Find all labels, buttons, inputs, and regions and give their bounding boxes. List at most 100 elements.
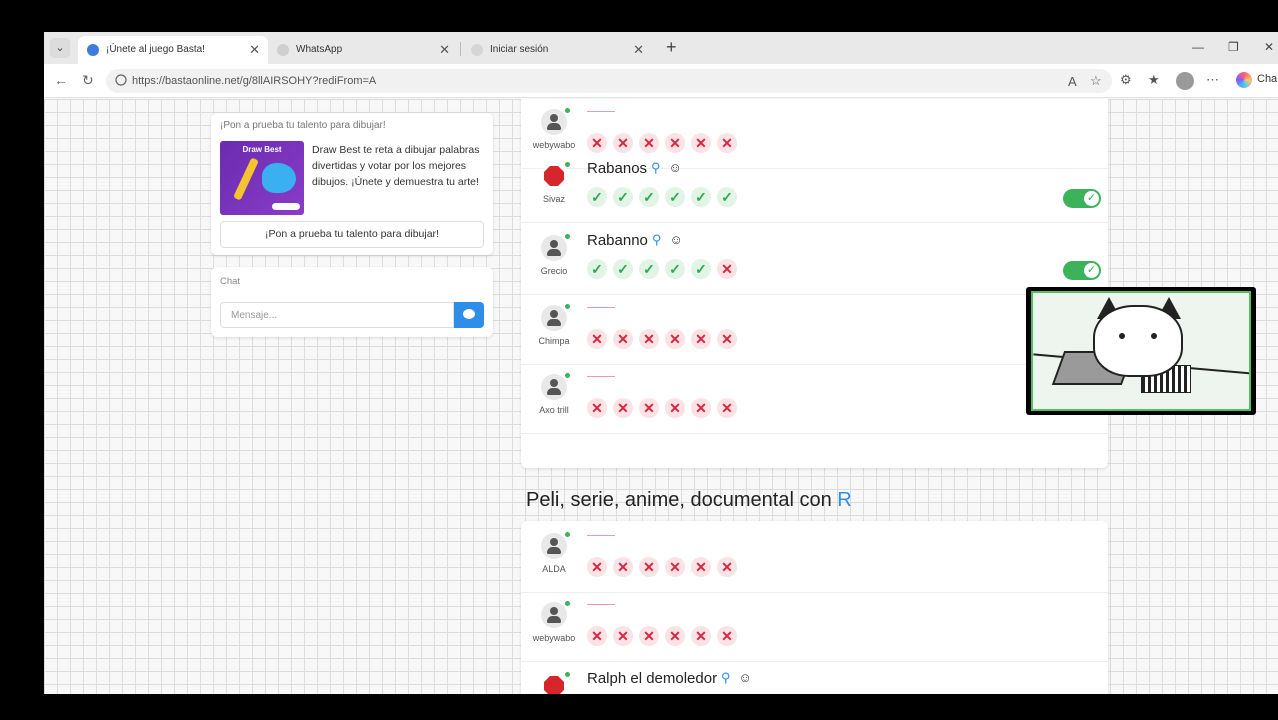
vote-cross-icon[interactable]: ✕ — [665, 557, 685, 577]
user-avatar-icon — [541, 109, 567, 135]
accept-toggle[interactable] — [1063, 261, 1101, 280]
emoji-reaction-icon[interactable]: ☺ — [669, 160, 682, 175]
tab-actions-icon[interactable]: ⌄ — [50, 38, 70, 58]
vote-cross-icon[interactable]: ✕ — [665, 133, 685, 153]
tab-title: WhatsApp — [296, 44, 343, 55]
empty-answer — [587, 376, 615, 377]
tab-login[interactable]: Iniciar sesión ✕ — [462, 36, 652, 64]
minimize-icon[interactable]: — — [1192, 40, 1204, 54]
extensions-icon[interactable]: ⚙ — [1120, 72, 1132, 88]
vote-check-icon[interactable]: ✓ — [587, 259, 607, 279]
vote-cross-icon[interactable]: ✕ — [665, 329, 685, 349]
vote-cross-icon[interactable]: ✕ — [717, 626, 737, 646]
promo-image-title: Draw Best — [242, 145, 282, 154]
vote-cross-icon[interactable]: ✕ — [665, 626, 685, 646]
vote-check-icon[interactable]: ✓ — [717, 187, 737, 207]
login-icon — [471, 44, 483, 56]
vote-cross-icon[interactable]: ✕ — [717, 557, 737, 577]
tab-whatsapp[interactable]: WhatsApp ✕ — [268, 36, 458, 64]
vote-check-icon[interactable]: ✓ — [587, 187, 607, 207]
maximize-icon[interactable]: ❐ — [1228, 40, 1239, 54]
player-row: SivazRalph el demoledor✓✓✓✓✓✓⚲☺ — [521, 663, 1108, 694]
promo-image[interactable]: Draw Best — [220, 141, 304, 215]
vote-cross-icon[interactable]: ✕ — [717, 329, 737, 349]
vote-cross-icon[interactable]: ✕ — [613, 557, 633, 577]
player-name: ALDA — [542, 564, 566, 574]
vote-check-icon[interactable]: ✓ — [691, 187, 711, 207]
vote-cross-icon[interactable]: ✕ — [717, 259, 737, 279]
vote-check-icon[interactable]: ✓ — [665, 259, 685, 279]
answer-actions: ⚲ ☺ — [651, 160, 682, 176]
address-bar[interactable]: https://bastaonline.net/g/8llAIRSOHY?red… — [106, 69, 1112, 93]
vote-cross-icon[interactable]: ✕ — [639, 557, 659, 577]
vote-check-icon[interactable]: ✓ — [613, 187, 633, 207]
read-aloud-icon[interactable]: A — [1068, 74, 1077, 89]
chat-title: Chat — [220, 276, 241, 287]
player-row: ALDA ✕ ✕ ✕ ✕ ✕ ✕ — [521, 523, 1108, 593]
vote-cross-icon[interactable]: ✕ — [717, 133, 737, 153]
player-row: webywabo ✕ ✕ ✕ ✕ ✕ ✕ — [521, 592, 1108, 662]
favorites-icon[interactable]: ★ — [1148, 72, 1160, 88]
answer-actions: ⚲ ☺ — [652, 232, 683, 248]
vote-cross-icon[interactable]: ✕ — [691, 398, 711, 418]
more-icon[interactable]: ⋯ — [1206, 72, 1219, 88]
close-icon[interactable]: ✕ — [439, 42, 450, 58]
address-toolbar: ← ↻ https://bastaonline.net/g/8llAIRSOHY… — [44, 64, 1278, 98]
vote-check-icon[interactable]: ✓ — [639, 187, 659, 207]
vote-cross-icon[interactable]: ✕ — [665, 398, 685, 418]
vote-check-icon[interactable]: ✓ — [639, 259, 659, 279]
vote-cross-icon[interactable]: ✕ — [639, 329, 659, 349]
copilot-icon[interactable] — [1236, 72, 1252, 88]
vote-cross-icon[interactable]: ✕ — [639, 133, 659, 153]
vote-cross-icon[interactable]: ✕ — [587, 133, 607, 153]
vote-cross-icon[interactable]: ✕ — [587, 626, 607, 646]
new-tab-icon[interactable]: + — [666, 37, 677, 58]
vote-cross-icon[interactable]: ✕ — [587, 398, 607, 418]
online-indicator — [565, 304, 570, 309]
user-avatar-icon — [541, 305, 567, 331]
browser-window: ⌄ ¡Únete al juego Basta! ✕ WhatsApp ✕ In… — [44, 32, 1278, 694]
user-avatar-icon — [541, 374, 567, 400]
search-icon[interactable]: ⚲ — [651, 160, 661, 175]
vote-cross-icon[interactable]: ✕ — [613, 329, 633, 349]
promo-title: ¡Pon a prueba tu talento para dibujar! — [220, 120, 386, 131]
vote-cross-icon[interactable]: ✕ — [691, 133, 711, 153]
vote-cross-icon[interactable]: ✕ — [613, 133, 633, 153]
vote-cross-icon[interactable]: ✕ — [587, 329, 607, 349]
copilot-label[interactable]: Cha — [1257, 73, 1277, 85]
vote-cross-icon[interactable]: ✕ — [717, 398, 737, 418]
vote-check-icon[interactable]: ✓ — [665, 187, 685, 207]
accept-toggle[interactable] — [1063, 189, 1101, 208]
reload-icon[interactable]: ↻ — [82, 72, 94, 89]
site-info-icon[interactable] — [115, 74, 127, 86]
tab-basta[interactable]: ¡Únete al juego Basta! ✕ — [78, 36, 268, 64]
profile-avatar[interactable] — [1176, 72, 1194, 90]
close-window-icon[interactable]: ✕ — [1264, 40, 1274, 54]
promo-button[interactable]: ¡Pon a prueba tu talento para dibujar! — [220, 221, 484, 248]
brush-icon — [233, 157, 259, 201]
vote-cross-icon[interactable]: ✕ — [639, 398, 659, 418]
player-name: Grecio — [540, 266, 568, 276]
vote-cross-icon[interactable]: ✕ — [691, 557, 711, 577]
close-icon[interactable]: ✕ — [249, 42, 260, 58]
vote-cross-icon[interactable]: ✕ — [587, 557, 607, 577]
emoji-reaction-icon[interactable]: ☺ — [739, 670, 752, 685]
close-icon[interactable]: ✕ — [633, 42, 644, 58]
chat-message-input[interactable]: Mensaje... — [220, 302, 454, 328]
online-indicator — [565, 601, 570, 606]
search-icon[interactable]: ⚲ — [721, 670, 731, 685]
vote-cross-icon[interactable]: ✕ — [691, 626, 711, 646]
search-icon[interactable]: ⚲ — [652, 232, 662, 247]
vote-check-icon[interactable]: ✓ — [691, 259, 711, 279]
vote-cross-icon[interactable]: ✕ — [613, 626, 633, 646]
empty-answer — [587, 604, 615, 605]
vote-cross-icon[interactable]: ✕ — [613, 398, 633, 418]
player-row: Axo trill ✕ ✕ ✕ ✕ ✕ ✕ — [521, 364, 1108, 434]
send-message-icon[interactable] — [454, 302, 484, 328]
vote-check-icon[interactable]: ✓ — [613, 259, 633, 279]
favorite-star-icon[interactable]: ☆ — [1090, 73, 1102, 89]
back-icon[interactable]: ← — [54, 72, 68, 88]
emoji-reaction-icon[interactable]: ☺ — [670, 232, 683, 247]
vote-cross-icon[interactable]: ✕ — [639, 626, 659, 646]
vote-cross-icon[interactable]: ✕ — [691, 329, 711, 349]
